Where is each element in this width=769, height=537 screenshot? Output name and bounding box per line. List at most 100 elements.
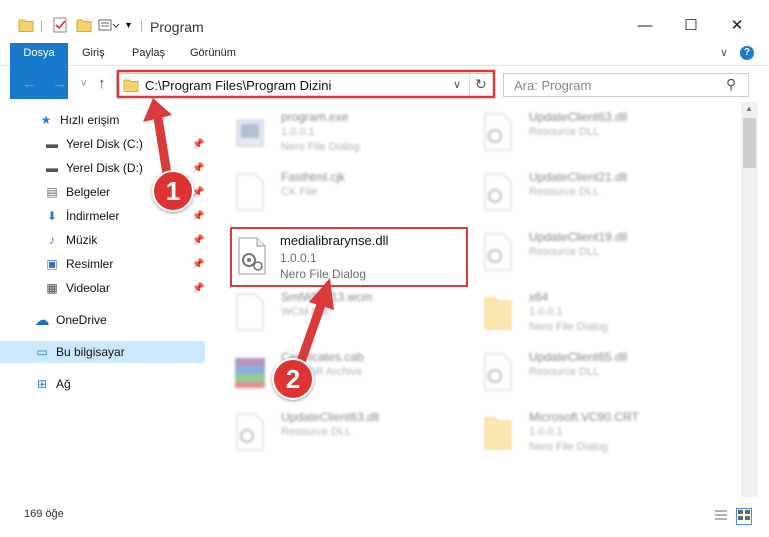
file-description: CK File xyxy=(281,186,318,198)
sidebar-item-label: Yerel Disk (D:) xyxy=(66,161,143,175)
address-bar[interactable]: C:\Program Files\Program Dizini ∨ ↻ xyxy=(116,73,494,97)
navigation-pane: ★ Hızlı erişim ▬ Yerel Disk (C:) 📌 ▬ Yer… xyxy=(0,102,210,497)
file-item[interactable]: UpdateClient21.dll Resource DLL xyxy=(463,164,703,220)
file-item[interactable]: Fasthtml.cjk CK File xyxy=(215,164,455,220)
file-name: UpdateClient21.dll xyxy=(529,170,628,184)
customize-quick-access-icon[interactable]: ▾ xyxy=(126,16,131,34)
file-list: program.exe 1.0.0.1 Nero File Dialog Fas… xyxy=(215,102,740,497)
tab-home[interactable]: Giriş xyxy=(82,43,105,65)
star-icon: ★ xyxy=(40,113,52,127)
folder-icon[interactable] xyxy=(18,16,34,34)
pin-icon[interactable]: 📌 xyxy=(192,187,204,198)
file-description: WinRAR Archive xyxy=(281,366,363,378)
file-item[interactable]: x64 1.0.0.1 Nero File Dialog xyxy=(463,284,703,340)
file-item[interactable]: program.exe 1.0.0.1 Nero File Dialog xyxy=(215,104,455,160)
file-name: Certificates.cab xyxy=(281,350,364,364)
sidebar-item-this-pc[interactable]: ▭ Bu bilgisayar xyxy=(0,341,205,363)
file-name: SmlWMP13.wcm xyxy=(281,290,373,304)
archive-icon xyxy=(233,352,267,392)
vertical-scrollbar[interactable]: ▲ xyxy=(741,102,758,497)
file-description: Resource DLL xyxy=(529,186,600,198)
expand-ribbon-icon[interactable]: ∨ xyxy=(720,46,728,59)
music-icon: ♪ xyxy=(49,233,55,247)
refresh-icon[interactable]: ↻ xyxy=(475,76,487,93)
file-version: 1.0.0.1 xyxy=(280,251,317,265)
file-description: Resource DLL xyxy=(529,126,600,138)
large-icons-view-icon[interactable] xyxy=(736,508,752,525)
sidebar-item-onedrive[interactable]: ☁ OneDrive xyxy=(0,309,205,331)
tab-share[interactable]: Paylaş xyxy=(132,43,165,65)
sidebar-item-network[interactable]: ⊞ Ağ xyxy=(0,373,205,395)
search-input[interactable]: Ara: Program xyxy=(514,78,591,93)
pin-icon[interactable]: 📌 xyxy=(192,235,204,246)
file-version: 1.0.0.1 xyxy=(529,426,563,438)
sidebar-item-videos[interactable]: ▦ Videolar 📌 xyxy=(0,277,205,299)
sidebar-item-music[interactable]: ♪ Müzik 📌 xyxy=(0,229,205,251)
properties-icon[interactable] xyxy=(52,16,68,34)
search-box[interactable]: Ara: Program ⚲ xyxy=(503,73,749,97)
file-item[interactable]: Certificates.cab WinRAR Archive xyxy=(215,344,455,400)
file-item[interactable]: UpdateClient63.dll Resource DLL xyxy=(215,404,455,460)
address-path: C:\Program Files\Program Dizini xyxy=(145,78,332,93)
file-item[interactable]: Microsoft.VC90.CRT 1.0.0.1 Nero File Dia… xyxy=(463,404,703,460)
pictures-icon: ▣ xyxy=(46,257,58,271)
pin-icon[interactable]: 📌 xyxy=(192,211,204,222)
dll-icon xyxy=(481,352,515,392)
new-folder-icon[interactable] xyxy=(76,16,92,34)
folder-icon xyxy=(481,292,515,332)
scrollbar-thumb[interactable] xyxy=(743,118,756,168)
navigation-bar: ← → ∨ ↑ C:\Program Files\Program Dizini … xyxy=(0,66,769,102)
pin-icon[interactable]: 📌 xyxy=(192,163,204,174)
forward-button[interactable]: → xyxy=(52,75,67,92)
pin-icon[interactable]: 📌 xyxy=(192,139,204,150)
item-count: 169 öğe xyxy=(24,508,64,520)
separator: | xyxy=(40,18,44,32)
file-name: x64 xyxy=(529,290,549,304)
sidebar-item-downloads[interactable]: ⬇ İndirmeler 📌 xyxy=(0,205,205,227)
file-name: medialibrarynse.dll xyxy=(280,233,389,248)
sidebar-item-label: Videolar xyxy=(66,281,110,295)
ribbon: Dosya Giriş Paylaş Görünüm ∨ ? xyxy=(0,40,769,99)
file-item-medialibrarynse[interactable]: medialibrarynse.dll 1.0.0.1 Nero File Di… xyxy=(230,227,468,287)
file-item[interactable]: SmlWMP13.wcm WCM File xyxy=(215,284,455,340)
file-description: Nero File Dialog xyxy=(529,321,608,333)
file-name: program.exe xyxy=(281,110,349,124)
search-icon[interactable]: ⚲ xyxy=(726,76,736,93)
sidebar-item-label: Müzik xyxy=(66,233,98,247)
details-view-icon[interactable] xyxy=(714,509,728,524)
pin-icon[interactable]: 📌 xyxy=(192,259,204,270)
file-version: 1.0.0.1 xyxy=(281,126,315,138)
pin-icon[interactable]: 📌 xyxy=(192,283,204,294)
file-icon xyxy=(233,292,267,332)
maximize-button[interactable]: ☐ xyxy=(668,10,714,40)
scroll-up-icon[interactable]: ▲ xyxy=(745,104,753,113)
drive-icon: ▬ xyxy=(46,161,58,175)
address-dropdown-icon[interactable]: ∨ xyxy=(453,78,461,91)
recent-locations-button[interactable]: ∨ xyxy=(80,78,87,89)
sidebar-item-label: Belgeler xyxy=(66,185,111,199)
file-item[interactable]: UpdateClient65.dll Resource DLL xyxy=(463,344,703,400)
tab-view[interactable]: Görünüm xyxy=(190,43,236,65)
sidebar-item-label: Bu bilgisayar xyxy=(56,345,125,359)
folder-icon xyxy=(481,412,515,452)
help-icon[interactable]: ? xyxy=(740,46,754,60)
sidebar-item-pictures[interactable]: ▣ Resimler 📌 xyxy=(0,253,205,275)
document-icon: ▤ xyxy=(46,185,58,199)
drive-icon: ▬ xyxy=(46,137,58,151)
back-button[interactable]: ← xyxy=(22,75,37,92)
view-options-icon[interactable] xyxy=(98,16,120,34)
minimize-button[interactable]: — xyxy=(622,10,668,40)
file-name: UpdateClient65.dll xyxy=(529,350,628,364)
dll-icon xyxy=(481,232,515,272)
sidebar-item-local-disk-d[interactable]: ▬ Yerel Disk (D:) 📌 xyxy=(0,157,205,179)
file-item[interactable]: UpdateClient19.dll Resource DLL xyxy=(463,224,703,280)
sidebar-item-quick-access[interactable]: ★ Hızlı erişim xyxy=(0,109,205,131)
sidebar-item-local-disk-c[interactable]: ▬ Yerel Disk (C:) 📌 xyxy=(0,133,205,155)
folder-icon xyxy=(123,78,139,95)
file-name: Microsoft.VC90.CRT xyxy=(529,410,639,424)
sidebar-item-documents[interactable]: ▤ Belgeler 📌 xyxy=(0,181,205,203)
up-button[interactable]: ↑ xyxy=(98,75,106,92)
file-item[interactable]: UpdateClient63.dll Resource DLL xyxy=(463,104,703,160)
close-button[interactable]: ✕ xyxy=(714,10,760,40)
file-name: UpdateClient19.dll xyxy=(529,230,628,244)
